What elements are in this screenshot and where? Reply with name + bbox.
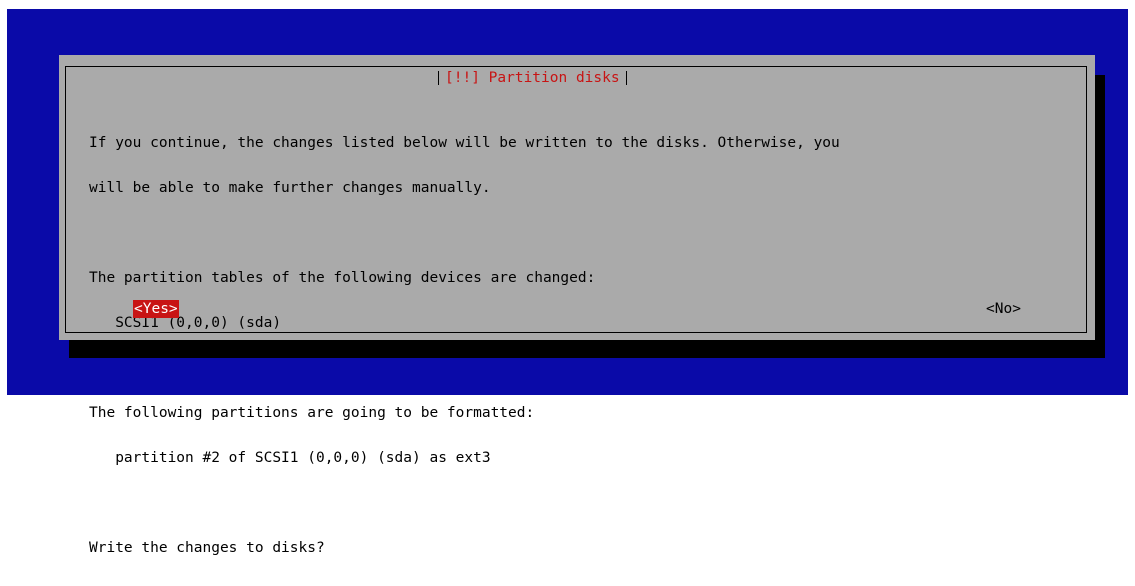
installer-screen: [!!] Partition disks If you continue, th… — [7, 9, 1128, 556]
yes-button[interactable]: <Yes> — [133, 300, 179, 318]
message-line: If you continue, the changes listed belo… — [89, 135, 840, 151]
device-line: SCSI1 (0,0,0) (sda) — [89, 315, 282, 331]
message-line: The partition tables of the following de… — [89, 270, 596, 286]
no-button[interactable]: <No> — [985, 300, 1022, 318]
partition-line: partition #2 of SCSI1 (0,0,0) (sda) as e… — [89, 450, 491, 466]
dialog-frame: [!!] Partition disks If you continue, th… — [65, 66, 1087, 556]
partition-dialog: [!!] Partition disks If you continue, th… — [59, 55, 1095, 556]
message-line: will be able to make further changes man… — [89, 180, 491, 196]
message-line: The following partitions are going to be… — [89, 405, 535, 421]
dialog-title: [!!] Partition disks — [438, 68, 627, 88]
question-line: Write the changes to disks? — [89, 540, 325, 556]
dialog-message: If you continue, the changes listed belo… — [89, 106, 840, 586]
dialog-buttons: <Yes> <No> — [66, 300, 1086, 318]
